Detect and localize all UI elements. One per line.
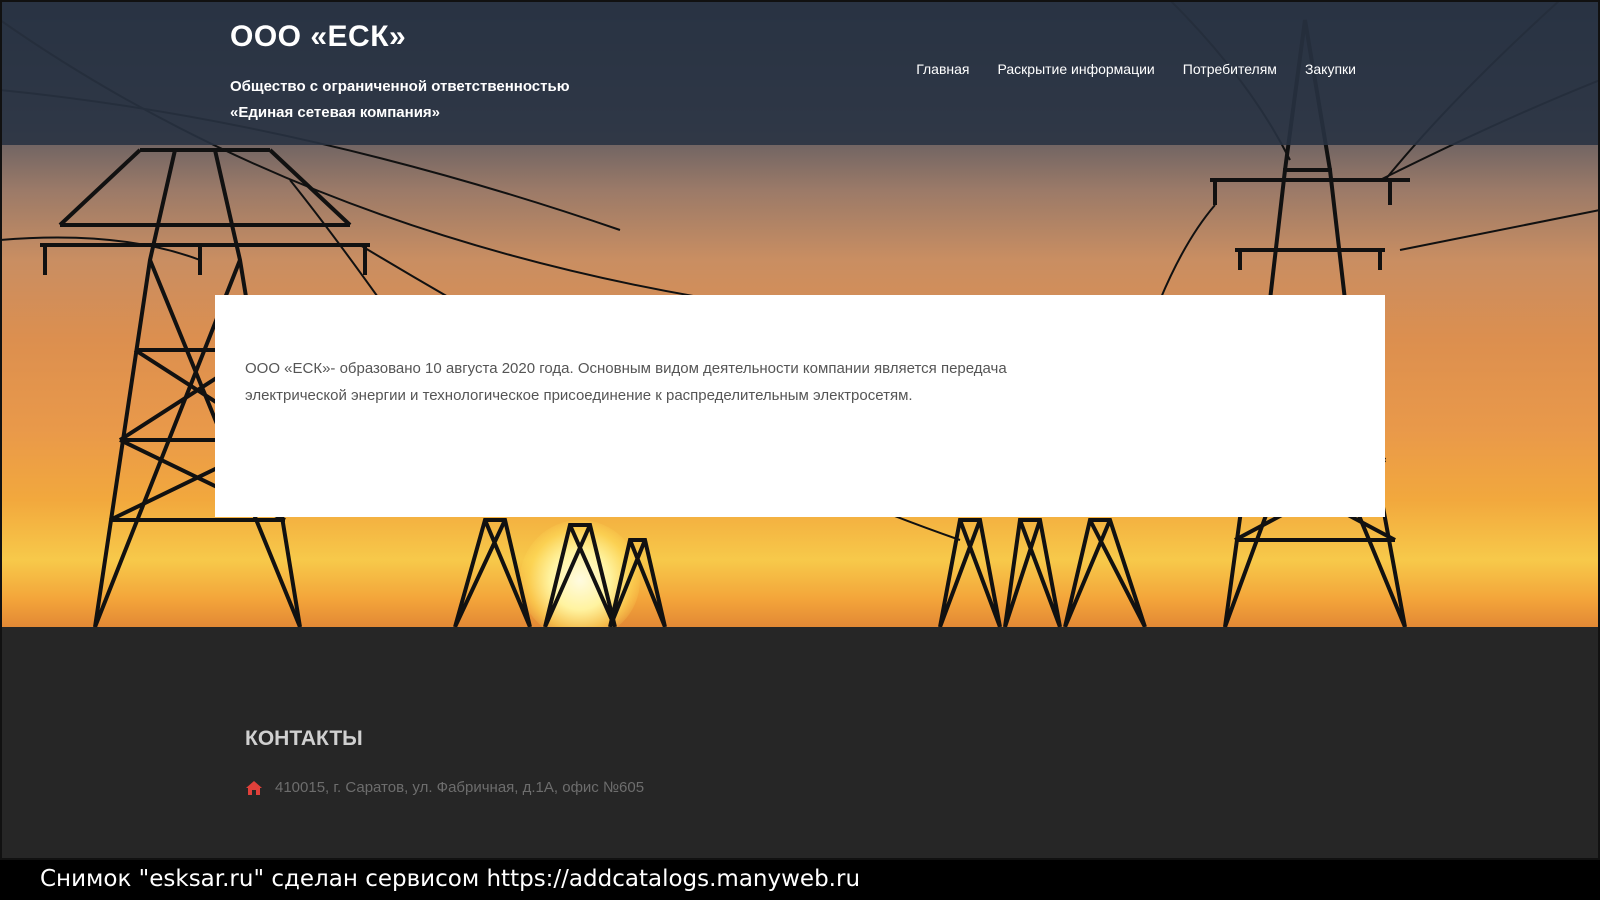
- nav-item-procurement[interactable]: Закупки: [1305, 61, 1356, 77]
- nav-item-disclosure[interactable]: Раскрытие информации: [998, 61, 1155, 77]
- site-footer: КОНТАКТЫ 410015, г. Саратов, ул. Фабричн…: [0, 627, 1600, 858]
- screenshot-caption-bar: Снимок "esksar.ru" сделан сервисом https…: [0, 858, 1600, 900]
- page: ООО «ЕСК» Общество с ограниченной ответс…: [0, 0, 1600, 900]
- site-description: Общество с ограниченной ответственностью…: [230, 74, 630, 126]
- contacts-title: КОНТАКТЫ: [245, 727, 363, 750]
- intro-text: ООО «ЕСК»- образовано 10 августа 2020 го…: [245, 360, 1007, 404]
- contact-address-row: 410015, г. Саратов, ул. Фабричная, д.1А,…: [245, 779, 644, 796]
- main-nav: Главная Раскрытие информации Потребителя…: [916, 61, 1356, 77]
- nav-item-home[interactable]: Главная: [916, 61, 969, 77]
- site-description-line2: «Единая сетевая компания»: [230, 104, 441, 121]
- nav-item-consumers[interactable]: Потребителям: [1183, 61, 1277, 77]
- site-title[interactable]: ООО «ЕСК»: [230, 20, 406, 54]
- site-header: ООО «ЕСК» Общество с ограниченной ответс…: [0, 0, 1600, 145]
- contact-address: 410015, г. Саратов, ул. Фабричная, д.1А,…: [275, 779, 645, 796]
- home-icon: [246, 780, 262, 795]
- site-description-line1: Общество с ограниченной ответственностью: [230, 78, 570, 95]
- intro-card: ООО «ЕСК»- образовано 10 августа 2020 го…: [215, 295, 1385, 517]
- screenshot-caption: Снимок "esksar.ru" сделан сервисом https…: [40, 866, 861, 892]
